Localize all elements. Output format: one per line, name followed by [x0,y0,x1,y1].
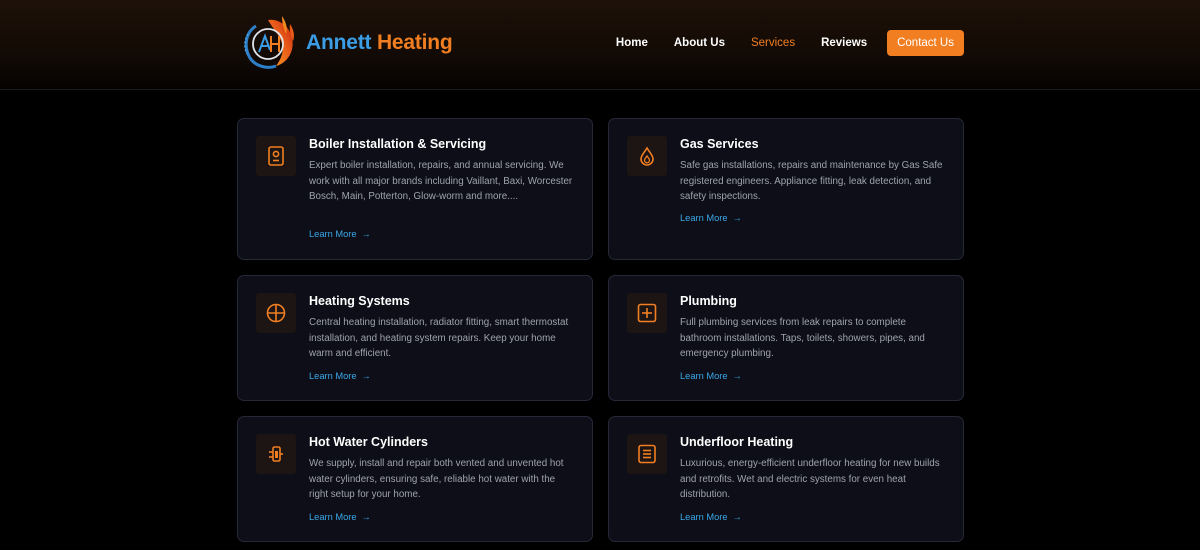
service-card-gas: Gas Services Safe gas installations, rep… [608,118,964,260]
arrow-right-icon: → [361,229,371,239]
crosshair-circle-icon [256,293,296,333]
flame-ah-monogram-icon [238,14,298,72]
arrow-right-icon: → [732,213,742,223]
service-card-plumbing: Plumbing Full plumbing services from lea… [608,275,964,401]
boiler-icon [256,136,296,176]
nav-item-reviews[interactable]: Reviews [821,37,867,49]
service-title: Plumbing [680,294,737,308]
learn-more-label: Learn More [309,512,357,522]
arrow-right-icon: → [732,371,742,381]
site-header: Annett Heating Home About Us Services Re… [0,0,1200,90]
learn-more-label: Learn More [680,371,728,381]
service-description: Central heating installation, radiator f… [309,317,569,359]
brand-name: Annett Heating [306,31,453,55]
learn-more-link[interactable]: Learn More → [680,371,742,381]
service-description: Safe gas installations, repairs and main… [680,160,943,202]
contact-us-button[interactable]: Contact Us [887,30,964,56]
service-title: Underfloor Heating [680,435,794,449]
brand-name-part1: Annett [306,31,372,54]
learn-more-label: Learn More [680,512,728,522]
brand-name-part2: Heating [376,31,453,54]
nav-item-services[interactable]: Services [751,37,795,49]
main-nav: Home About Us Services Reviews Contact U… [590,30,964,56]
service-title: Hot Water Cylinders [309,435,429,449]
service-description: We supply, install and repair both vente… [309,458,564,500]
learn-more-link[interactable]: Learn More → [309,512,371,522]
water-cylinder-icon [256,434,296,474]
arrow-right-icon: → [361,371,371,381]
service-title: Boiler Installation & Servicing [309,137,487,151]
service-card-boiler: Boiler Installation & Servicing Expert b… [237,118,593,260]
learn-more-link[interactable]: Learn More → [680,512,742,522]
logo[interactable]: Annett Heating [238,14,453,72]
service-description: Luxurious, energy-efficient underfloor h… [680,458,940,500]
learn-more-link[interactable]: Learn More → [680,213,742,223]
plus-square-icon [627,293,667,333]
learn-more-label: Learn More [680,213,728,223]
learn-more-label: Learn More [309,229,357,239]
flame-drop-icon [627,136,667,176]
nav-item-about-us[interactable]: About Us [674,37,725,49]
service-card-underfloor: Underfloor Heating Luxurious, energy-eff… [608,416,964,542]
service-description: Expert boiler installation, repairs, and… [309,160,573,202]
service-description: Full plumbing services from leak repairs… [680,317,925,359]
arrow-right-icon: → [361,512,371,522]
underfloor-lines-icon [627,434,667,474]
learn-more-link[interactable]: Learn More → [309,229,371,239]
service-title: Gas Services [680,137,759,151]
service-card-heating: Heating Systems Central heating installa… [237,275,593,401]
service-card-hot-water: Hot Water Cylinders We supply, install a… [237,416,593,542]
arrow-right-icon: → [732,512,742,522]
learn-more-link[interactable]: Learn More → [309,371,371,381]
nav-item-home[interactable]: Home [616,37,648,49]
learn-more-label: Learn More [309,371,357,381]
service-title: Heating Systems [309,294,410,308]
